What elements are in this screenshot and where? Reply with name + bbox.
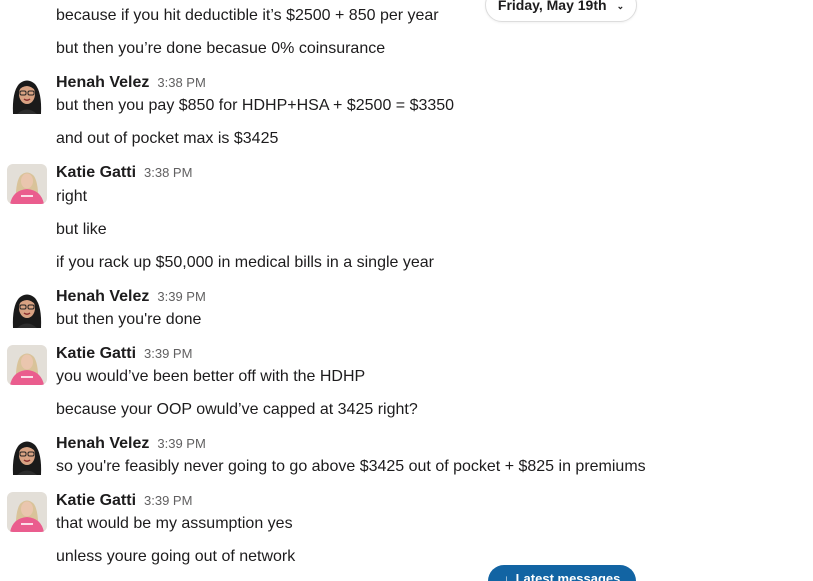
timestamp[interactable]: 3:38 PM: [157, 75, 205, 90]
message-text: if you rack up $50,000 in medical bills …: [56, 254, 434, 271]
message-header: Henah Velez 3:39 PM: [56, 287, 206, 307]
message-text: but then you're done: [56, 311, 202, 328]
message-text: so you're feasibly never going to go abo…: [56, 458, 646, 475]
message-header: Katie Gatti 3:39 PM: [56, 344, 192, 364]
timestamp[interactable]: 3:39 PM: [157, 436, 205, 451]
message-header: Katie Gatti 3:38 PM: [56, 163, 192, 183]
date-divider-button[interactable]: Friday, May 19th ⌄: [485, 0, 637, 22]
author-name[interactable]: Henah Velez: [56, 74, 149, 91]
author-name[interactable]: Henah Velez: [56, 288, 149, 305]
timestamp[interactable]: 3:39 PM: [157, 289, 205, 304]
date-divider-label: Friday, May 19th: [497, 0, 607, 13]
message-text: you would’ve been better off with the HD…: [56, 368, 366, 385]
message-text: but then you pay $850 for HDHP+HSA + $25…: [56, 97, 455, 114]
author-name[interactable]: Katie Gatti: [56, 164, 136, 181]
arrow-down-icon: ↓: [503, 572, 510, 581]
timestamp[interactable]: 3:39 PM: [144, 493, 192, 508]
latest-messages-label: Latest messages: [515, 571, 621, 581]
timestamp[interactable]: 3:38 PM: [144, 165, 192, 180]
author-name[interactable]: Katie Gatti: [56, 345, 136, 362]
avatar-henah[interactable]: [7, 288, 47, 328]
message-text: but then you’re done becasue 0% coinsura…: [56, 40, 386, 57]
chevron-down-icon: ⌄: [616, 1, 625, 11]
avatar-katie[interactable]: [7, 492, 47, 532]
avatar-katie[interactable]: [7, 345, 47, 385]
message-text: because your OOP owuld’ve capped at 3425…: [56, 401, 418, 418]
message-header: Henah Velez 3:38 PM: [56, 73, 206, 93]
message-text: and out of pocket max is $3425: [56, 130, 279, 147]
message-header: Henah Velez 3:39 PM: [56, 434, 206, 454]
message-text: that would be my assumption yes: [56, 515, 293, 532]
message-header: Katie Gatti 3:39 PM: [56, 491, 192, 511]
latest-messages-button[interactable]: ↓ Latest messages: [488, 565, 636, 581]
avatar-henah[interactable]: [7, 435, 47, 475]
author-name[interactable]: Katie Gatti: [56, 492, 136, 509]
message-text: unless youre going out of network: [56, 548, 296, 565]
message-text: but like: [56, 221, 107, 238]
message-text: right: [56, 188, 88, 205]
message-text: because if you hit deductible it’s $2500…: [56, 7, 439, 24]
message-feed: Friday, May 19th ⌄ because if you hit de…: [0, 0, 813, 581]
timestamp[interactable]: 3:39 PM: [144, 346, 192, 361]
author-name[interactable]: Henah Velez: [56, 435, 149, 452]
avatar-henah[interactable]: [7, 74, 47, 114]
avatar-katie[interactable]: [7, 164, 47, 204]
